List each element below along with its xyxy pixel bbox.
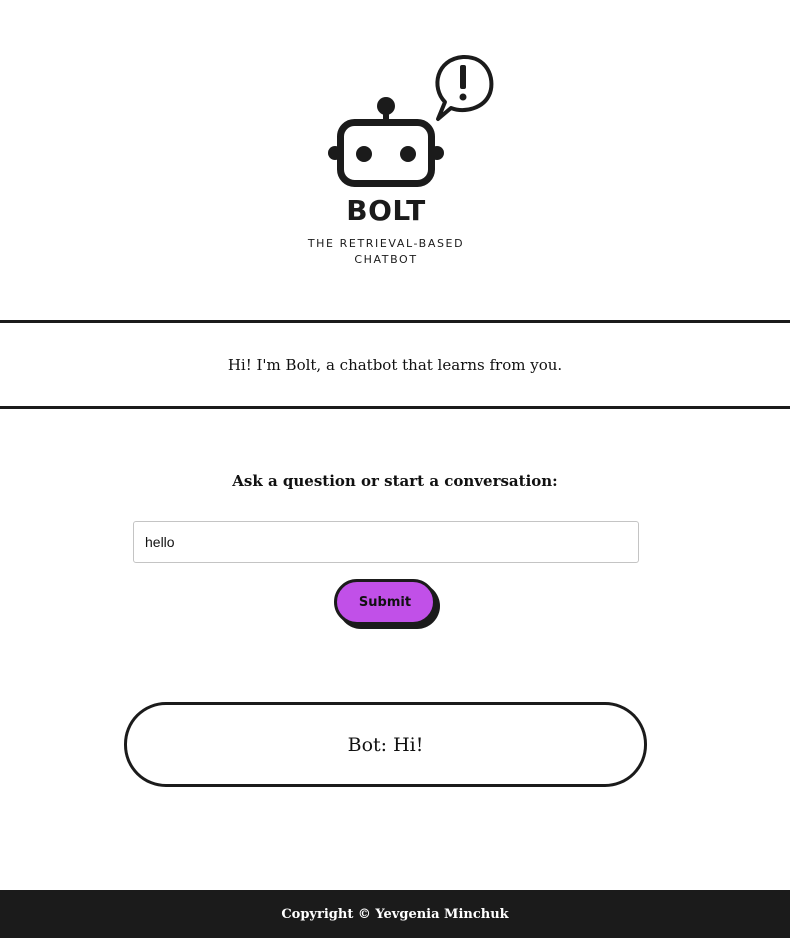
chat-input[interactable] bbox=[133, 521, 639, 563]
bolt-logo: BOLT THE RETRIEVAL-BASED CHATBOT bbox=[295, 50, 505, 275]
logo-title: BOLT bbox=[346, 194, 426, 227]
copyright-text: Copyright © Yevgenia Minchuk bbox=[281, 906, 509, 922]
footer: Copyright © Yevgenia Minchuk bbox=[0, 890, 790, 938]
bot-response-box: Bot: Hi! bbox=[124, 702, 647, 787]
submit-button[interactable]: Submit bbox=[334, 579, 436, 625]
bot-response-text: Bot: Hi! bbox=[347, 733, 424, 756]
speech-bubble-exclamation-icon bbox=[435, 54, 494, 121]
intro-text: Hi! I'm Bolt, a chatbot that learns from… bbox=[227, 355, 563, 374]
logo-subtitle-line1: THE RETRIEVAL-BASED bbox=[307, 237, 465, 250]
logo-subtitle-line2: CHATBOT bbox=[354, 253, 418, 266]
submit-button-wrap: Submit bbox=[334, 579, 440, 629]
intro-banner: Hi! I'm Bolt, a chatbot that learns from… bbox=[0, 320, 790, 409]
logo-subtitle: THE RETRIEVAL-BASED CHATBOT bbox=[295, 236, 477, 268]
question-prompt: Ask a question or start a conversation: bbox=[232, 472, 558, 490]
